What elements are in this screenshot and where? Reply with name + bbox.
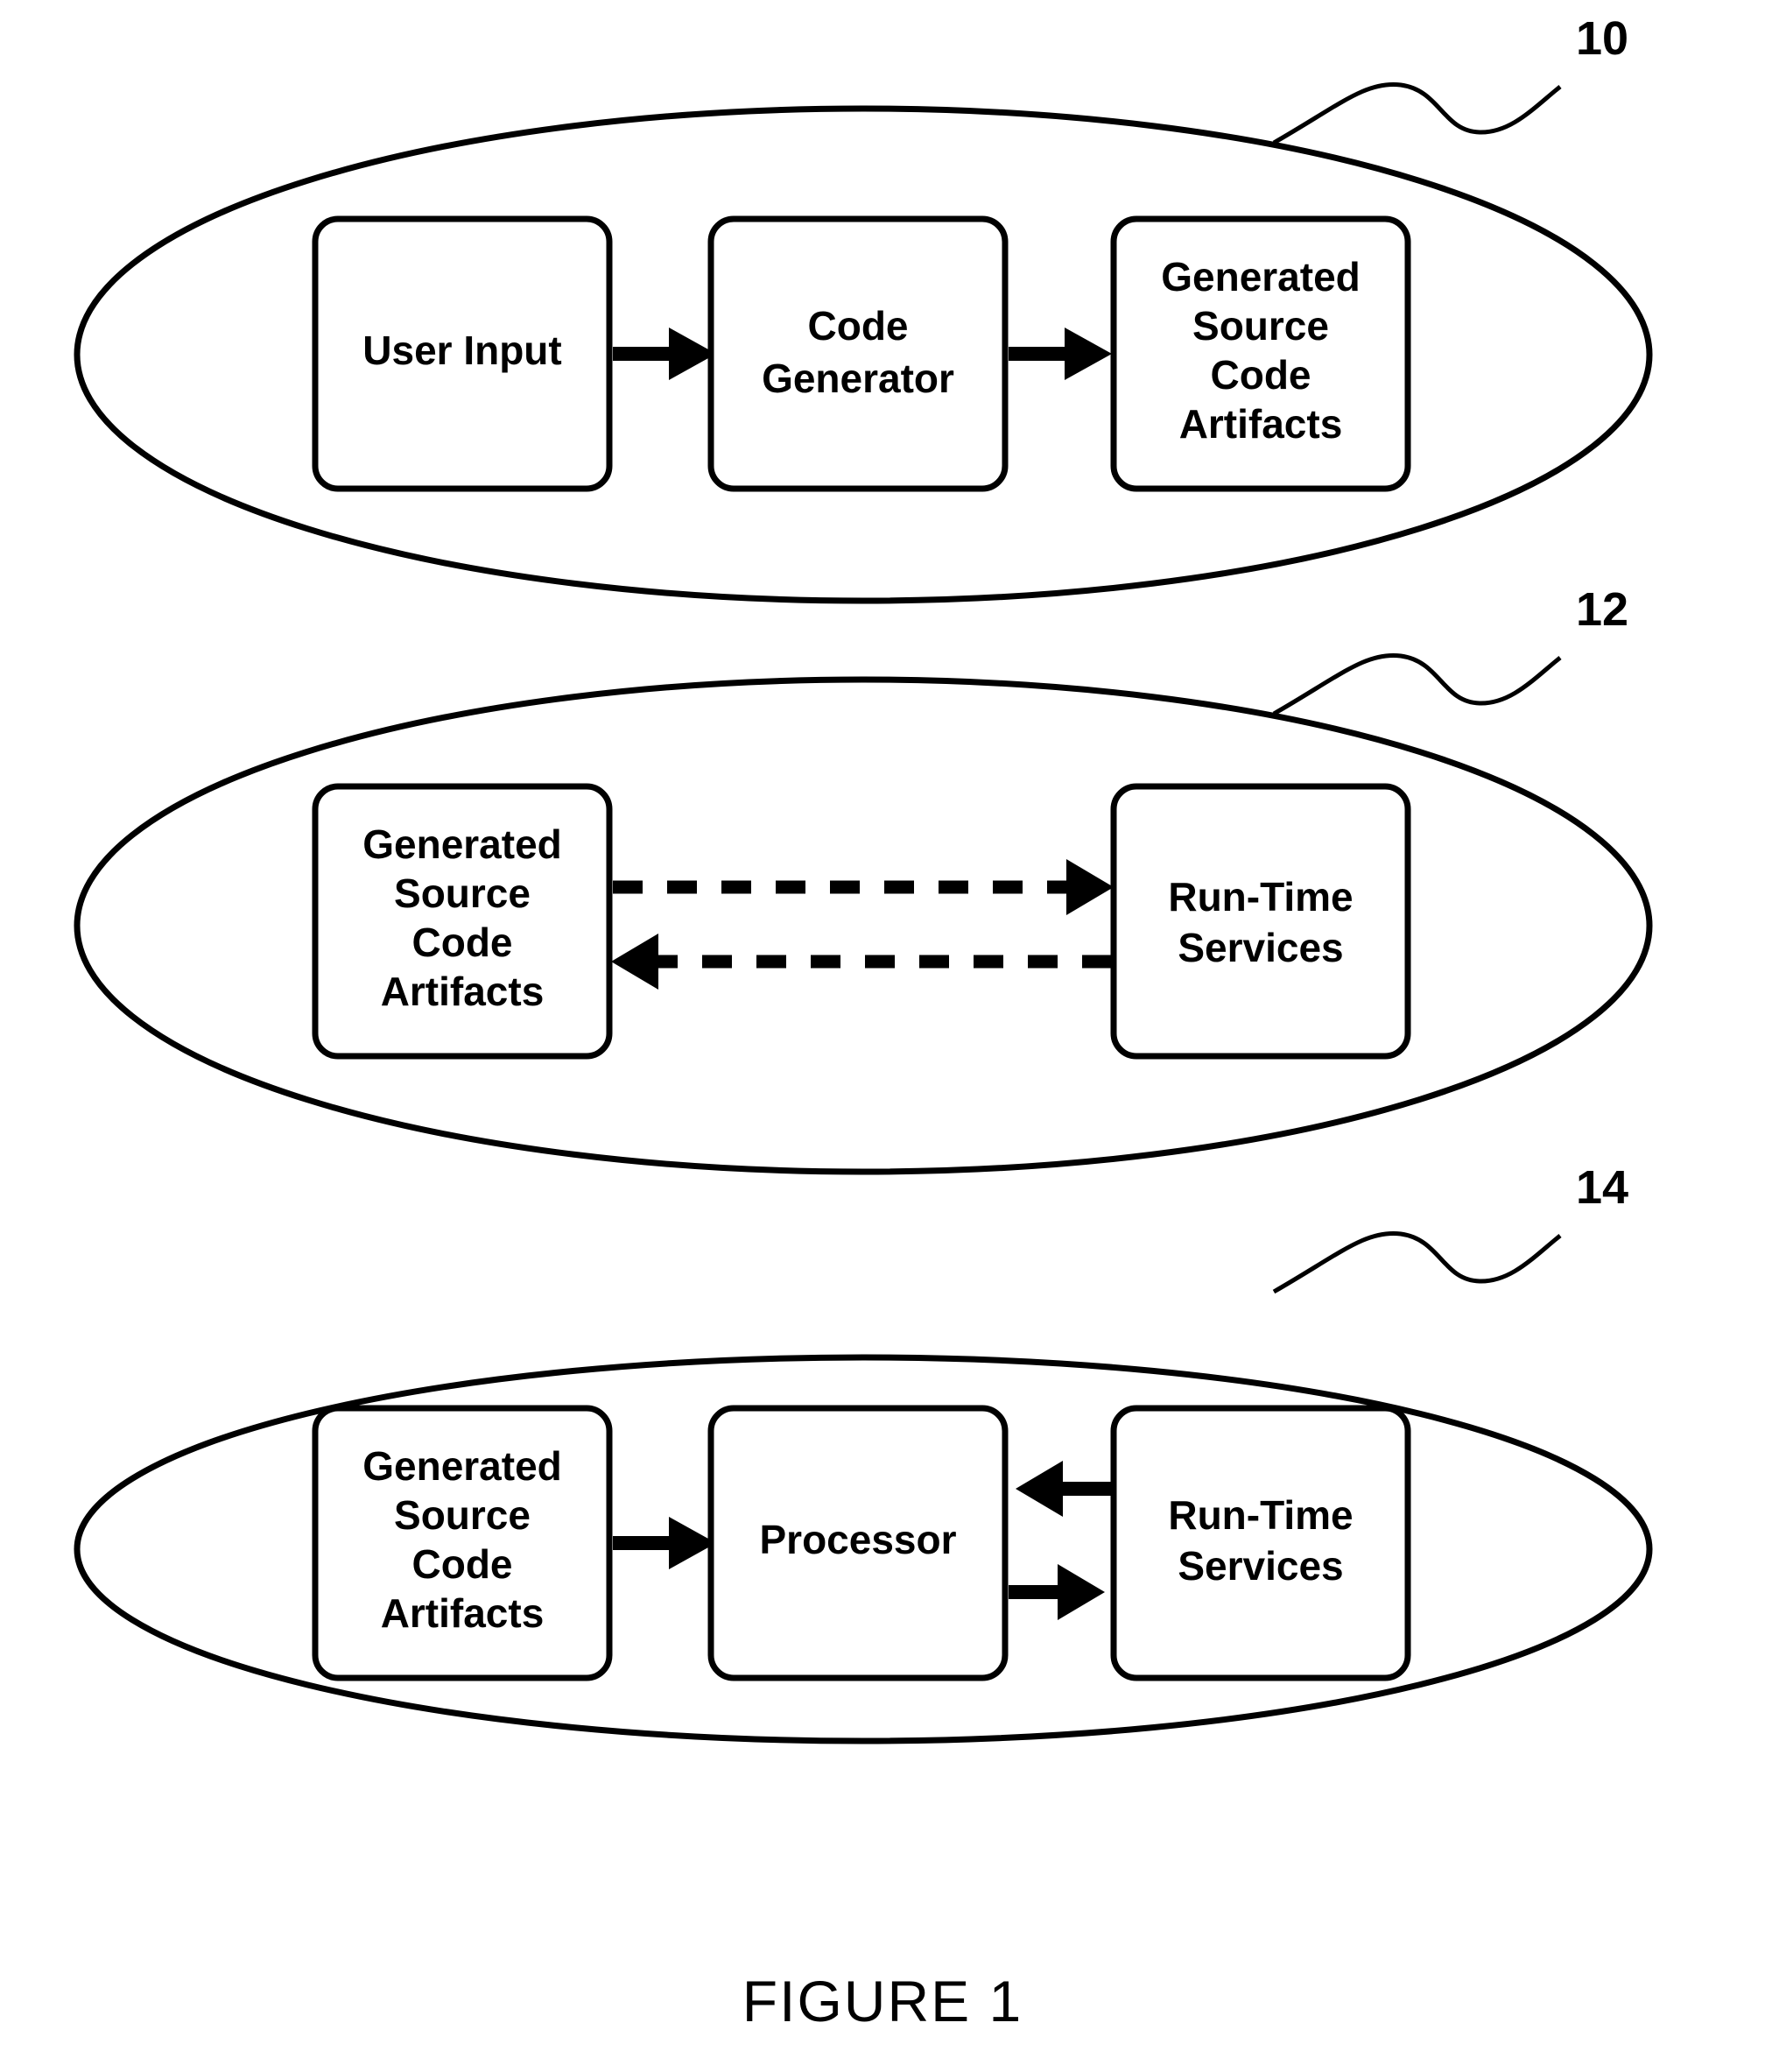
arrow-code-generator-to-artifacts — [1009, 328, 1112, 380]
node-artifacts-label-line-1: Generated — [1161, 254, 1361, 300]
node-artifacts-label-line-4: Artifacts — [1179, 401, 1343, 447]
node-processor-label: Processor — [759, 1517, 956, 1562]
node-artifacts-label-line-4: Artifacts — [381, 969, 545, 1014]
arrow-user-input-to-code-generator — [613, 328, 716, 380]
node-artifacts-label-line-1: Generated — [362, 1443, 562, 1489]
node-artifacts-label-line-3: Code — [1211, 352, 1311, 398]
figure-1-diagram: 10 User Input Code Generator Generated S… — [74, 12, 1653, 2033]
arrow-run-time-services-to-artifacts — [611, 934, 1112, 990]
arrow-artifacts-to-processor — [613, 1517, 716, 1569]
stage-3-leader-line — [1272, 1230, 1562, 1294]
stage-2-ref-number: 12 — [1576, 583, 1628, 636]
stage-code-generation: 10 User Input Code Generator Generated S… — [74, 12, 1653, 604]
node-run-time-services-label-line-1: Run-Time — [1168, 1492, 1353, 1538]
node-artifacts-label-line-2: Source — [394, 1492, 531, 1538]
node-run-time-services-label-line-2: Services — [1178, 1543, 1343, 1589]
figure-caption: FIGURE 1 — [742, 1969, 1023, 2033]
arrow-run-time-services-to-processor — [1016, 1461, 1112, 1517]
node-artifacts-label-line-2: Source — [1192, 303, 1329, 349]
arrow-artifacts-to-run-time-services — [613, 859, 1114, 915]
stage-1-leader-line — [1272, 81, 1562, 145]
node-user-input-label: User Input — [362, 328, 561, 373]
node-artifacts-label-line-1: Generated — [362, 821, 562, 867]
node-run-time-services-label-line-2: Services — [1178, 925, 1343, 970]
arrow-processor-to-run-time-services — [1009, 1564, 1105, 1620]
stage-2-leader-line — [1272, 652, 1562, 716]
patent-figure-page: 10 User Input Code Generator Generated S… — [0, 0, 1765, 2072]
stage-execution: 14 Generated Source Code Artifacts Proce… — [74, 1161, 1653, 1744]
node-artifacts-label-line-3: Code — [412, 920, 513, 965]
stage-1-ref-number: 10 — [1576, 12, 1628, 65]
node-run-time-services-label-line-1: Run-Time — [1168, 874, 1353, 920]
stage-compile-bind: 12 Generated Source Code Artifacts Run-T… — [74, 583, 1653, 1175]
node-run-time-services — [1110, 783, 1411, 1060]
node-artifacts-label-line-4: Artifacts — [381, 1590, 545, 1636]
node-artifacts-label-line-2: Source — [394, 870, 531, 916]
node-code-generator-label-line-2: Generator — [762, 356, 954, 401]
node-code-generator-label-line-1: Code — [808, 303, 909, 349]
node-artifacts-label-line-3: Code — [412, 1541, 513, 1587]
stage-3-ref-number: 14 — [1576, 1161, 1628, 1214]
node-code-generator — [707, 215, 1009, 492]
